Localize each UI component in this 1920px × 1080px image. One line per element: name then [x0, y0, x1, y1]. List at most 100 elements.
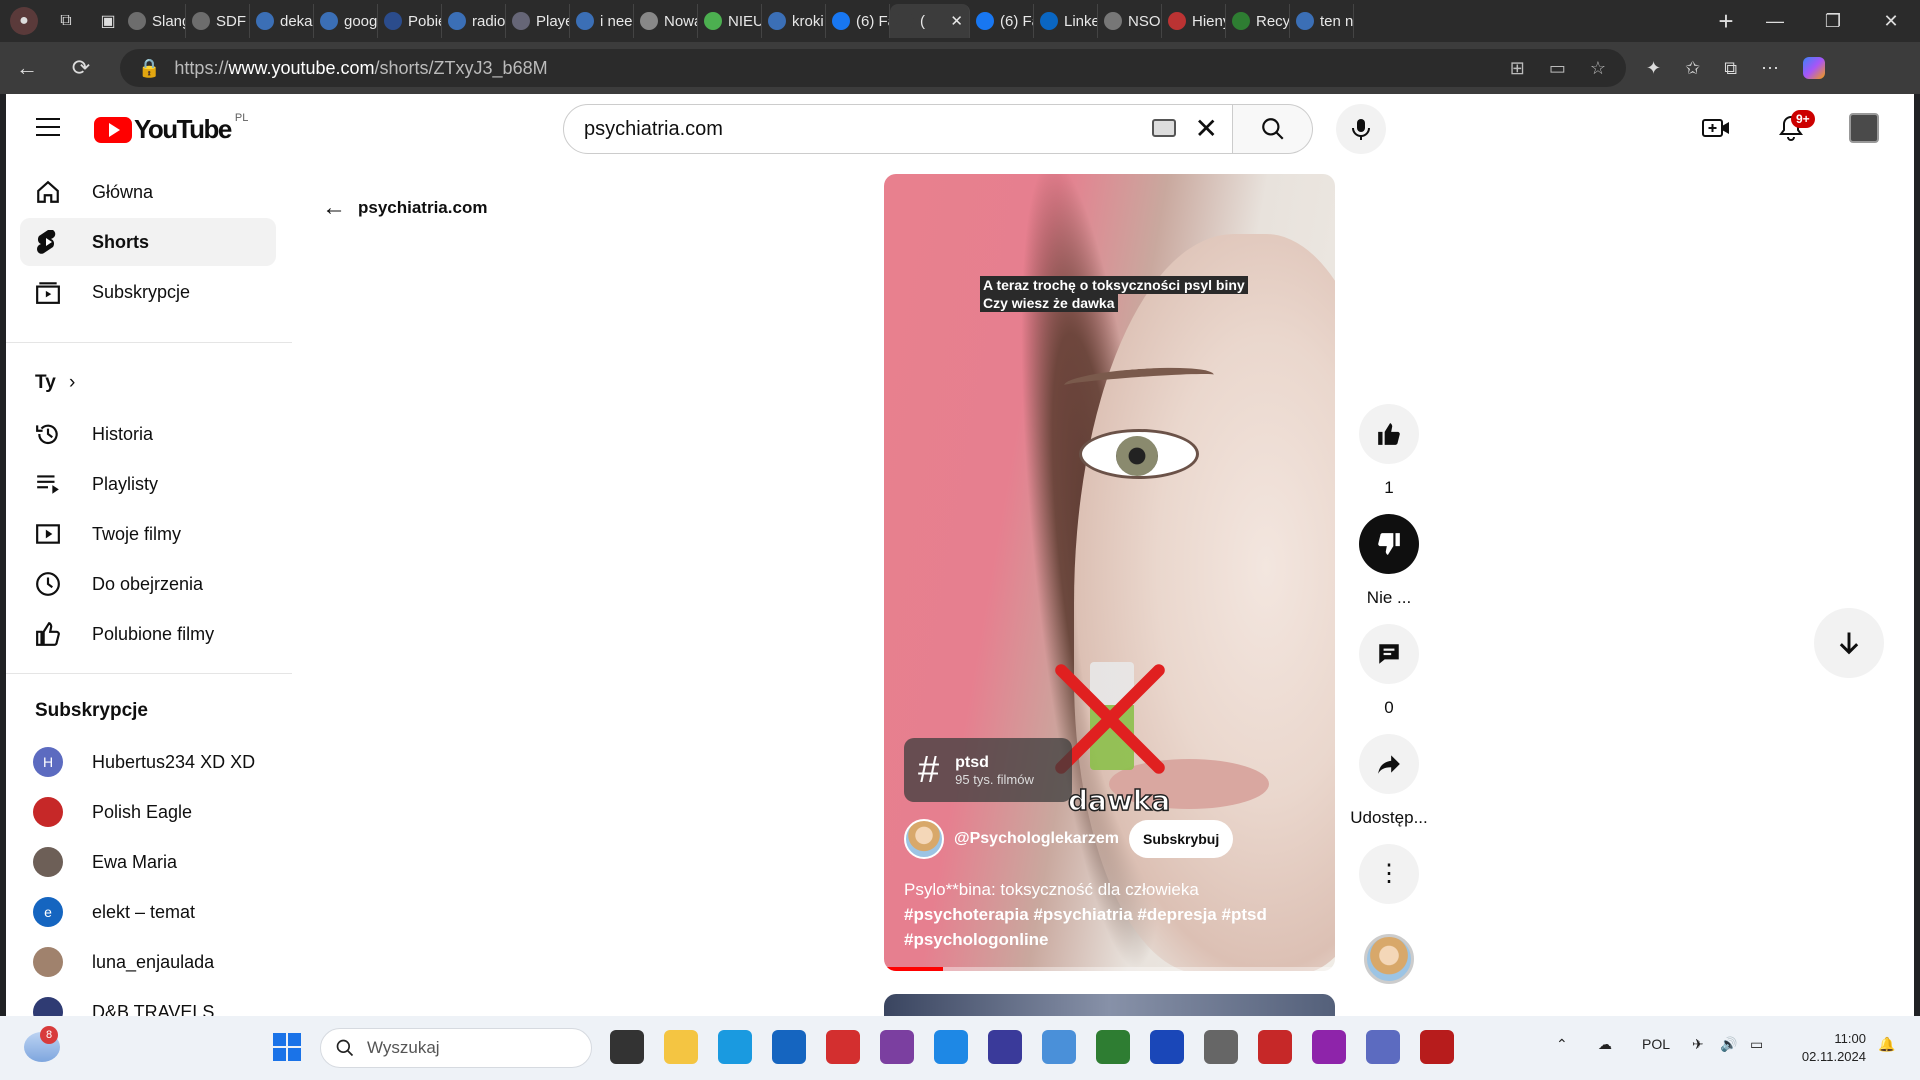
start-button[interactable] [270, 1030, 304, 1064]
short-tags-2[interactable]: #psychologonline [904, 927, 1324, 952]
copilot-icon[interactable] [1803, 57, 1826, 79]
battery-icon[interactable]: ▭ [1750, 1036, 1763, 1053]
menu-icon[interactable] [36, 118, 60, 136]
browser-tab[interactable]: Pobie [378, 4, 442, 38]
task-view-icon[interactable] [610, 1030, 644, 1064]
browser-tab[interactable]: Linke [1034, 4, 1098, 38]
subscription-item[interactable]: e elekt – temat [20, 888, 276, 936]
more-menu-icon[interactable]: ⋯ [1761, 58, 1779, 79]
short-video-player[interactable]: A teraz trochę o toksyczności psyl biny … [884, 174, 1335, 971]
favorites-icon[interactable]: ✩ [1685, 58, 1700, 79]
back-to-search[interactable]: ← psychiatria.com [322, 194, 487, 222]
edge-browser-icon[interactable] [718, 1030, 752, 1064]
remote-desktop-icon[interactable] [1042, 1030, 1076, 1064]
browser-tab[interactable]: kroki [762, 4, 826, 38]
keyboard-icon[interactable] [1152, 119, 1176, 137]
browser-tab[interactable]: radio [442, 4, 506, 38]
app-blue-icon[interactable] [934, 1030, 968, 1064]
sidebar-item[interactable]: Do obejrzenia [20, 560, 276, 608]
browser-tab[interactable]: Slang [122, 4, 186, 38]
browser-tab[interactable]: SDF F [186, 4, 250, 38]
language-indicator[interactable]: POL [1642, 1036, 1670, 1052]
pdf-app-icon[interactable] [826, 1030, 860, 1064]
hashtag-chip[interactable]: # ptsd 95 tys. filmów [904, 738, 1072, 802]
subscribe-button[interactable]: Subskrybuj [1129, 820, 1234, 858]
next-short-button[interactable] [1814, 608, 1884, 678]
refresh-button[interactable]: ⟳ [54, 42, 108, 94]
sidebar-item[interactable]: Shorts [20, 218, 276, 266]
volume-icon[interactable]: 🔊 [1720, 1036, 1737, 1053]
subscription-item[interactable]: D&B TRAVELS [20, 988, 276, 1016]
browser-tab[interactable]: ten n [1290, 4, 1354, 38]
d-app-icon[interactable] [1420, 1030, 1454, 1064]
voice-search-button[interactable] [1336, 104, 1386, 154]
file-explorer-icon[interactable] [664, 1030, 698, 1064]
browser-tab[interactable]: (✕ [890, 4, 970, 38]
disk-app-icon[interactable] [1366, 1030, 1400, 1064]
subscription-item[interactable]: Ewa Maria [20, 838, 276, 886]
browser-tab[interactable]: goog [314, 4, 378, 38]
save-app-icon[interactable] [1150, 1030, 1184, 1064]
globe-app-icon[interactable] [1096, 1030, 1130, 1064]
sidebar-item[interactable]: Subskrypcje [20, 268, 276, 316]
onedrive-icon[interactable]: ☁ [1598, 1036, 1612, 1053]
sidebar-item[interactable]: Główna [20, 168, 276, 216]
apps-icon[interactable]: ⊞ [1510, 58, 1525, 79]
browser-tab[interactable]: dekar [250, 4, 314, 38]
next-short-preview[interactable] [884, 994, 1335, 1016]
close-window-button[interactable]: ✕ [1862, 0, 1920, 42]
subscription-item[interactable]: luna_enjaulada [20, 938, 276, 986]
channel-avatar[interactable] [904, 819, 944, 859]
browser-tab[interactable]: NSO [1098, 4, 1162, 38]
sidebar-item[interactable]: Historia [20, 410, 276, 458]
like-button[interactable] [1359, 404, 1419, 464]
cube-app-icon[interactable] [988, 1030, 1022, 1064]
favorite-star-icon[interactable]: ☆ [1590, 58, 1606, 79]
workspaces-icon[interactable]: ⧉ [52, 7, 80, 35]
cherry-app-icon[interactable] [1258, 1030, 1292, 1064]
browser-tab[interactable]: (6) Fa [970, 4, 1034, 38]
browser-tab[interactable]: Nowa [634, 4, 698, 38]
channel-name[interactable]: @Psychologlekarzem [954, 830, 1119, 848]
short-tags-1[interactable]: #psychoterapia #psychiatria #depresja #p… [904, 902, 1324, 927]
comments-button[interactable] [1359, 624, 1419, 684]
sound-avatar[interactable] [1364, 934, 1414, 984]
clock[interactable]: 11:00 02.11.2024 [1786, 1030, 1866, 1066]
store-icon[interactable] [772, 1030, 806, 1064]
share-button[interactable] [1359, 734, 1419, 794]
sidebar-item[interactable]: Playlisty [20, 460, 276, 508]
search-button[interactable] [1233, 104, 1313, 154]
search-input[interactable]: psychiatria.com ✕ [563, 104, 1233, 154]
youtube-logo[interactable]: YouTube PL [94, 112, 248, 145]
close-tab-icon[interactable]: ✕ [950, 12, 963, 30]
chevron-up-icon[interactable]: ⌃ [1556, 1036, 1568, 1053]
account-avatar[interactable] [1844, 112, 1884, 144]
back-nav-button[interactable]: ← [0, 42, 54, 94]
subscription-item[interactable]: Polish Eagle [20, 788, 276, 836]
you-section-heading[interactable]: Ty › [35, 372, 75, 394]
collections-icon[interactable]: ⧉ [1724, 58, 1737, 79]
sidebar-item[interactable]: Polubione filmy [20, 610, 276, 658]
immersive-reader-icon[interactable]: ▭ [1549, 58, 1566, 79]
github-icon[interactable] [880, 1030, 914, 1064]
vertical-tabs-icon[interactable]: ▣ [94, 7, 122, 35]
dislike-button[interactable] [1359, 514, 1419, 574]
extensions-icon[interactable]: ✦ [1646, 58, 1661, 79]
more-options-button[interactable]: ⋮ [1359, 844, 1419, 904]
browser-tab[interactable]: Recyk [1226, 4, 1290, 38]
satellite-app-icon[interactable] [1204, 1030, 1238, 1064]
video-progress-bar[interactable] [884, 967, 1335, 971]
taskbar-search[interactable]: Wyszukaj [320, 1028, 592, 1068]
airplane-mode-icon[interactable]: ✈ [1692, 1036, 1704, 1053]
minimize-button[interactable]: — [1746, 0, 1804, 42]
podcast-app-icon[interactable] [1312, 1030, 1346, 1064]
subscription-item[interactable]: H Hubertus234 XD XD [20, 738, 276, 786]
browser-tab[interactable]: Playe [506, 4, 570, 38]
browser-tab[interactable]: i neec [570, 4, 634, 38]
new-tab-button[interactable]: + [1706, 6, 1746, 37]
clear-search-icon[interactable]: ✕ [1195, 115, 1218, 143]
sidebar-item[interactable]: Twoje filmy [20, 510, 276, 558]
browser-tab[interactable]: Hieny [1162, 4, 1226, 38]
restore-button[interactable]: ❐ [1804, 0, 1862, 42]
browser-tab[interactable]: NIEU! [698, 4, 762, 38]
